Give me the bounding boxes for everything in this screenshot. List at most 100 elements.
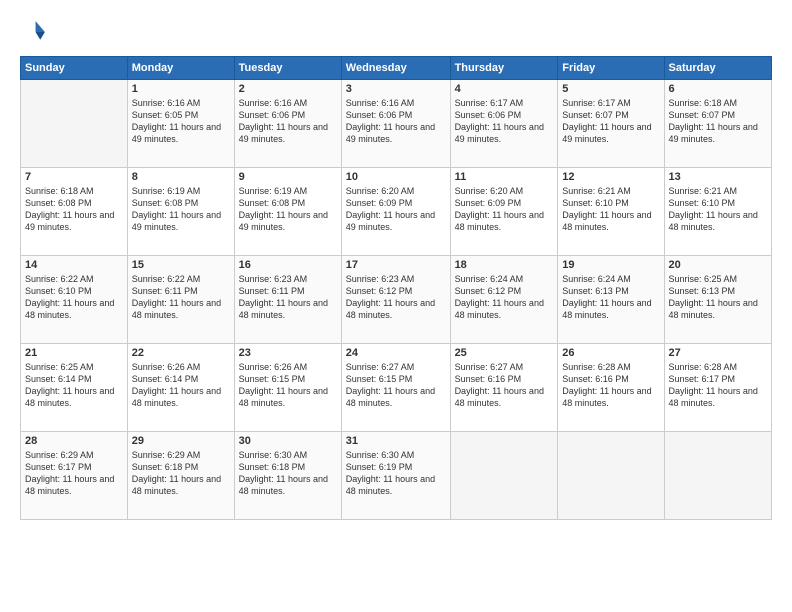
- day-info: Sunrise: 6:27 AMSunset: 6:15 PMDaylight:…: [346, 361, 446, 410]
- calendar-week-row: 28 Sunrise: 6:29 AMSunset: 6:17 PMDayligh…: [21, 432, 772, 520]
- day-info: Sunrise: 6:17 AMSunset: 6:07 PMDaylight:…: [562, 97, 659, 146]
- calendar-week-row: 14 Sunrise: 6:22 AMSunset: 6:10 PMDayligh…: [21, 256, 772, 344]
- logo-icon: [20, 18, 48, 46]
- day-info: Sunrise: 6:24 AMSunset: 6:13 PMDaylight:…: [562, 273, 659, 322]
- day-info: Sunrise: 6:16 AMSunset: 6:06 PMDaylight:…: [239, 97, 337, 146]
- day-info: Sunrise: 6:30 AMSunset: 6:18 PMDaylight:…: [239, 449, 337, 498]
- calendar-header-sunday: Sunday: [21, 57, 128, 80]
- calendar-day-cell: 27 Sunrise: 6:28 AMSunset: 6:17 PMDayligh…: [664, 344, 771, 432]
- calendar-day-cell: 8Sunrise: 6:19 AMSunset: 6:08 PMDaylight…: [127, 168, 234, 256]
- calendar-day-cell: 22 Sunrise: 6:26 AMSunset: 6:14 PMDayligh…: [127, 344, 234, 432]
- calendar-header-friday: Friday: [558, 57, 664, 80]
- calendar-day-cell: 21 Sunrise: 6:25 AMSunset: 6:14 PMDayligh…: [21, 344, 128, 432]
- calendar-day-cell: 10Sunrise: 6:20 AMSunset: 6:09 PMDayligh…: [341, 168, 450, 256]
- day-number: 12: [562, 171, 659, 183]
- day-number: 26: [562, 347, 659, 359]
- day-info: Sunrise: 6:26 AMSunset: 6:14 PMDaylight:…: [132, 361, 230, 410]
- day-info: Sunrise: 6:17 AMSunset: 6:06 PMDaylight:…: [455, 97, 554, 146]
- calendar-day-cell: [558, 432, 664, 520]
- calendar-header-row: SundayMondayTuesdayWednesdayThursdayFrid…: [21, 57, 772, 80]
- day-info: Sunrise: 6:19 AMSunset: 6:08 PMDaylight:…: [239, 185, 337, 234]
- day-number: 1: [132, 83, 230, 95]
- calendar-day-cell: 18Sunrise: 6:24 AMSunset: 6:12 PMDayligh…: [450, 256, 558, 344]
- day-info: Sunrise: 6:24 AMSunset: 6:12 PMDaylight:…: [455, 273, 554, 322]
- day-number: 23: [239, 347, 337, 359]
- day-number: 30: [239, 435, 337, 447]
- day-number: 19: [562, 259, 659, 271]
- day-info: Sunrise: 6:30 AMSunset: 6:19 PMDaylight:…: [346, 449, 446, 498]
- day-number: 21: [25, 347, 123, 359]
- day-number: 7: [25, 171, 123, 183]
- calendar-day-cell: 13 Sunrise: 6:21 AMSunset: 6:10 PMDayligh…: [664, 168, 771, 256]
- calendar-day-cell: 15 Sunrise: 6:22 AMSunset: 6:11 PMDayligh…: [127, 256, 234, 344]
- calendar-day-cell: 24Sunrise: 6:27 AMSunset: 6:15 PMDayligh…: [341, 344, 450, 432]
- day-info: Sunrise: 6:28 AMSunset: 6:17 PMDaylight:…: [669, 361, 767, 410]
- day-number: 31: [346, 435, 446, 447]
- calendar-day-cell: 12 Sunrise: 6:21 AMSunset: 6:10 PMDayligh…: [558, 168, 664, 256]
- calendar-day-cell: 29 Sunrise: 6:29 AMSunset: 6:18 PMDayligh…: [127, 432, 234, 520]
- day-info: Sunrise: 6:22 AMSunset: 6:11 PMDaylight:…: [132, 273, 230, 322]
- day-info: Sunrise: 6:23 AMSunset: 6:12 PMDaylight:…: [346, 273, 446, 322]
- day-info: Sunrise: 6:27 AMSunset: 6:16 PMDaylight:…: [455, 361, 554, 410]
- day-info: Sunrise: 6:25 AMSunset: 6:14 PMDaylight:…: [25, 361, 123, 410]
- calendar-day-cell: 31 Sunrise: 6:30 AMSunset: 6:19 PMDayligh…: [341, 432, 450, 520]
- day-info: Sunrise: 6:21 AMSunset: 6:10 PMDaylight:…: [562, 185, 659, 234]
- calendar-day-cell: 28 Sunrise: 6:29 AMSunset: 6:17 PMDayligh…: [21, 432, 128, 520]
- day-number: 28: [25, 435, 123, 447]
- calendar-day-cell: [450, 432, 558, 520]
- calendar-day-cell: 14 Sunrise: 6:22 AMSunset: 6:10 PMDayligh…: [21, 256, 128, 344]
- calendar-day-cell: 3 Sunrise: 6:16 AMSunset: 6:06 PMDaylight…: [341, 80, 450, 168]
- day-info: Sunrise: 6:23 AMSunset: 6:11 PMDaylight:…: [239, 273, 337, 322]
- calendar-header-thursday: Thursday: [450, 57, 558, 80]
- day-info: Sunrise: 6:21 AMSunset: 6:10 PMDaylight:…: [669, 185, 767, 234]
- day-number: 10: [346, 171, 446, 183]
- day-info: Sunrise: 6:29 AMSunset: 6:17 PMDaylight:…: [25, 449, 123, 498]
- calendar-header-monday: Monday: [127, 57, 234, 80]
- calendar-table: SundayMondayTuesdayWednesdayThursdayFrid…: [20, 56, 772, 520]
- calendar-day-cell: 5 Sunrise: 6:17 AMSunset: 6:07 PMDaylight…: [558, 80, 664, 168]
- day-info: Sunrise: 6:20 AMSunset: 6:09 PMDaylight:…: [455, 185, 554, 234]
- day-info: Sunrise: 6:18 AMSunset: 6:07 PMDaylight:…: [669, 97, 767, 146]
- day-number: 6: [669, 83, 767, 95]
- day-number: 22: [132, 347, 230, 359]
- calendar-day-cell: 30 Sunrise: 6:30 AMSunset: 6:18 PMDayligh…: [234, 432, 341, 520]
- day-number: 16: [239, 259, 337, 271]
- calendar-week-row: 1 Sunrise: 6:16 AMSunset: 6:05 PMDaylight…: [21, 80, 772, 168]
- logo: [20, 18, 52, 46]
- calendar-day-cell: 17Sunrise: 6:23 AMSunset: 6:12 PMDayligh…: [341, 256, 450, 344]
- day-info: Sunrise: 6:29 AMSunset: 6:18 PMDaylight:…: [132, 449, 230, 498]
- day-info: Sunrise: 6:16 AMSunset: 6:06 PMDaylight:…: [346, 97, 446, 146]
- calendar-day-cell: 4 Sunrise: 6:17 AMSunset: 6:06 PMDaylight…: [450, 80, 558, 168]
- calendar-day-cell: 2 Sunrise: 6:16 AMSunset: 6:06 PMDaylight…: [234, 80, 341, 168]
- calendar-day-cell: 23Sunrise: 6:26 AMSunset: 6:15 PMDayligh…: [234, 344, 341, 432]
- day-number: 27: [669, 347, 767, 359]
- day-number: 3: [346, 83, 446, 95]
- calendar-day-cell: 6 Sunrise: 6:18 AMSunset: 6:07 PMDaylight…: [664, 80, 771, 168]
- day-info: Sunrise: 6:16 AMSunset: 6:05 PMDaylight:…: [132, 97, 230, 146]
- day-info: Sunrise: 6:22 AMSunset: 6:10 PMDaylight:…: [25, 273, 123, 322]
- calendar-day-cell: [21, 80, 128, 168]
- day-number: 29: [132, 435, 230, 447]
- calendar-header-tuesday: Tuesday: [234, 57, 341, 80]
- day-info: Sunrise: 6:19 AMSunset: 6:08 PMDaylight:…: [132, 185, 230, 234]
- calendar-day-cell: 25Sunrise: 6:27 AMSunset: 6:16 PMDayligh…: [450, 344, 558, 432]
- day-number: 14: [25, 259, 123, 271]
- calendar-week-row: 21 Sunrise: 6:25 AMSunset: 6:14 PMDayligh…: [21, 344, 772, 432]
- day-info: Sunrise: 6:18 AMSunset: 6:08 PMDaylight:…: [25, 185, 123, 234]
- calendar-day-cell: 9Sunrise: 6:19 AMSunset: 6:08 PMDaylight…: [234, 168, 341, 256]
- day-number: 5: [562, 83, 659, 95]
- day-number: 2: [239, 83, 337, 95]
- calendar-day-cell: 16 Sunrise: 6:23 AMSunset: 6:11 PMDayligh…: [234, 256, 341, 344]
- day-number: 13: [669, 171, 767, 183]
- page: SundayMondayTuesdayWednesdayThursdayFrid…: [0, 0, 792, 612]
- day-info: Sunrise: 6:28 AMSunset: 6:16 PMDaylight:…: [562, 361, 659, 410]
- calendar-week-row: 7 Sunrise: 6:18 AMSunset: 6:08 PMDaylight…: [21, 168, 772, 256]
- calendar-day-cell: 11 Sunrise: 6:20 AMSunset: 6:09 PMDayligh…: [450, 168, 558, 256]
- day-number: 4: [455, 83, 554, 95]
- calendar-day-cell: 1 Sunrise: 6:16 AMSunset: 6:05 PMDaylight…: [127, 80, 234, 168]
- day-number: 20: [669, 259, 767, 271]
- day-number: 11: [455, 171, 554, 183]
- header: [20, 18, 772, 46]
- day-number: 15: [132, 259, 230, 271]
- calendar-header-wednesday: Wednesday: [341, 57, 450, 80]
